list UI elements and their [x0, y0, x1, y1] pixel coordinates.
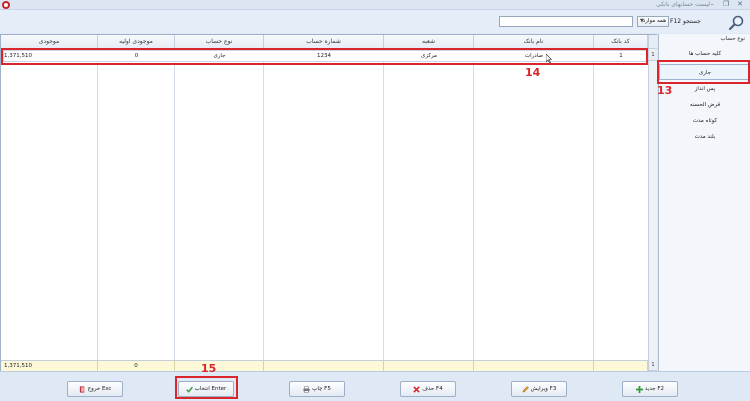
footer-row-number: 1	[649, 360, 657, 371]
row-indicator-column: 1 1	[648, 35, 657, 372]
footer-initial-total: 0	[98, 360, 175, 371]
edit-button[interactable]: ویرایش F3	[511, 381, 567, 397]
delete-x-icon	[413, 385, 420, 393]
new-button-label: جدید F2	[644, 386, 665, 392]
sidebar-item-qarz-al-hasaneh[interactable]: قرض الحسنه	[659, 97, 750, 113]
search-icon[interactable]	[728, 15, 744, 31]
bottom-toolbar: جدید F2 ویرایش F3 حذف F4 چاپ F5 انتخاب E…	[0, 371, 750, 401]
grid-divider	[383, 49, 384, 360]
footer-cell	[384, 360, 474, 371]
exit-door-icon	[79, 385, 84, 393]
edit-button-label: ویرایش F3	[530, 386, 557, 392]
col-header-account-number[interactable]: شماره حساب	[264, 35, 384, 49]
select-button-highlight-box	[175, 376, 238, 399]
plus-icon	[635, 385, 643, 393]
printer-icon	[303, 385, 310, 393]
print-button[interactable]: چاپ F5	[289, 381, 345, 397]
grid-divider	[263, 49, 264, 360]
annotation-14: 14	[525, 66, 541, 79]
annotation-13: 13	[657, 84, 673, 97]
col-header-bank-name[interactable]: نام بانک	[474, 35, 594, 49]
search-label: جستجو F12	[670, 18, 701, 25]
close-icon[interactable]: ✕	[734, 0, 746, 9]
new-button[interactable]: جدید F2	[622, 381, 678, 397]
exit-button[interactable]: خروج Esc	[67, 381, 123, 397]
footer-cell	[474, 360, 594, 371]
annotation-15: 15	[201, 362, 217, 375]
footer-balance-total: 1,371,510	[1, 360, 98, 371]
search-scope-value: همه موارد	[642, 18, 666, 24]
col-header-bank-code[interactable]: کد بانک	[594, 35, 648, 49]
restore-icon[interactable]: ❐	[720, 0, 732, 9]
accounts-grid: کد بانک نام بانک شعبه شماره حساب نوع حسا…	[0, 34, 657, 372]
grid-divider	[473, 49, 474, 360]
col-header-balance[interactable]: موجودی	[1, 35, 98, 49]
title-bar: لیست حسابهای بانکی – ❐ ✕	[0, 0, 750, 10]
footer-cell	[175, 360, 264, 371]
exit-button-label: خروج Esc	[87, 386, 112, 392]
sidebar-item-long-term[interactable]: بلند مدت	[659, 129, 750, 145]
chevron-down-icon: ▼	[640, 18, 644, 24]
grid-divider	[97, 49, 98, 360]
search-input[interactable]	[499, 16, 633, 27]
search-scope-select[interactable]: ▼ همه موارد	[637, 16, 669, 27]
search-bar: ▼ همه موارد جستجو F12	[0, 10, 750, 33]
col-header-account-type[interactable]: نوع حساب	[175, 35, 264, 49]
sidebar-highlight-box	[657, 60, 750, 84]
footer-cell	[594, 360, 648, 371]
minimize-icon[interactable]: –	[706, 0, 718, 9]
sidebar-title: نوع حساب	[720, 36, 745, 42]
window-title: لیست حسابهای بانکی	[655, 1, 710, 8]
sidebar-item-short-term[interactable]: کوتاه مدت	[659, 113, 750, 129]
col-header-branch[interactable]: شعبه	[384, 35, 474, 49]
delete-button-label: حذف F4	[422, 386, 443, 392]
grid-divider	[593, 49, 594, 360]
pencil-icon	[522, 385, 529, 392]
footer-cell	[264, 360, 384, 371]
row-number[interactable]: 1	[649, 50, 657, 61]
grid-divider	[174, 49, 175, 360]
delete-button[interactable]: حذف F4	[400, 381, 456, 397]
col-header-initial-balance[interactable]: موجودی اولیه	[98, 35, 175, 49]
indicator-header	[649, 35, 657, 49]
print-button-label: چاپ F5	[312, 386, 331, 392]
row-highlight-box	[1, 48, 648, 65]
app-logo-icon	[2, 1, 10, 9]
